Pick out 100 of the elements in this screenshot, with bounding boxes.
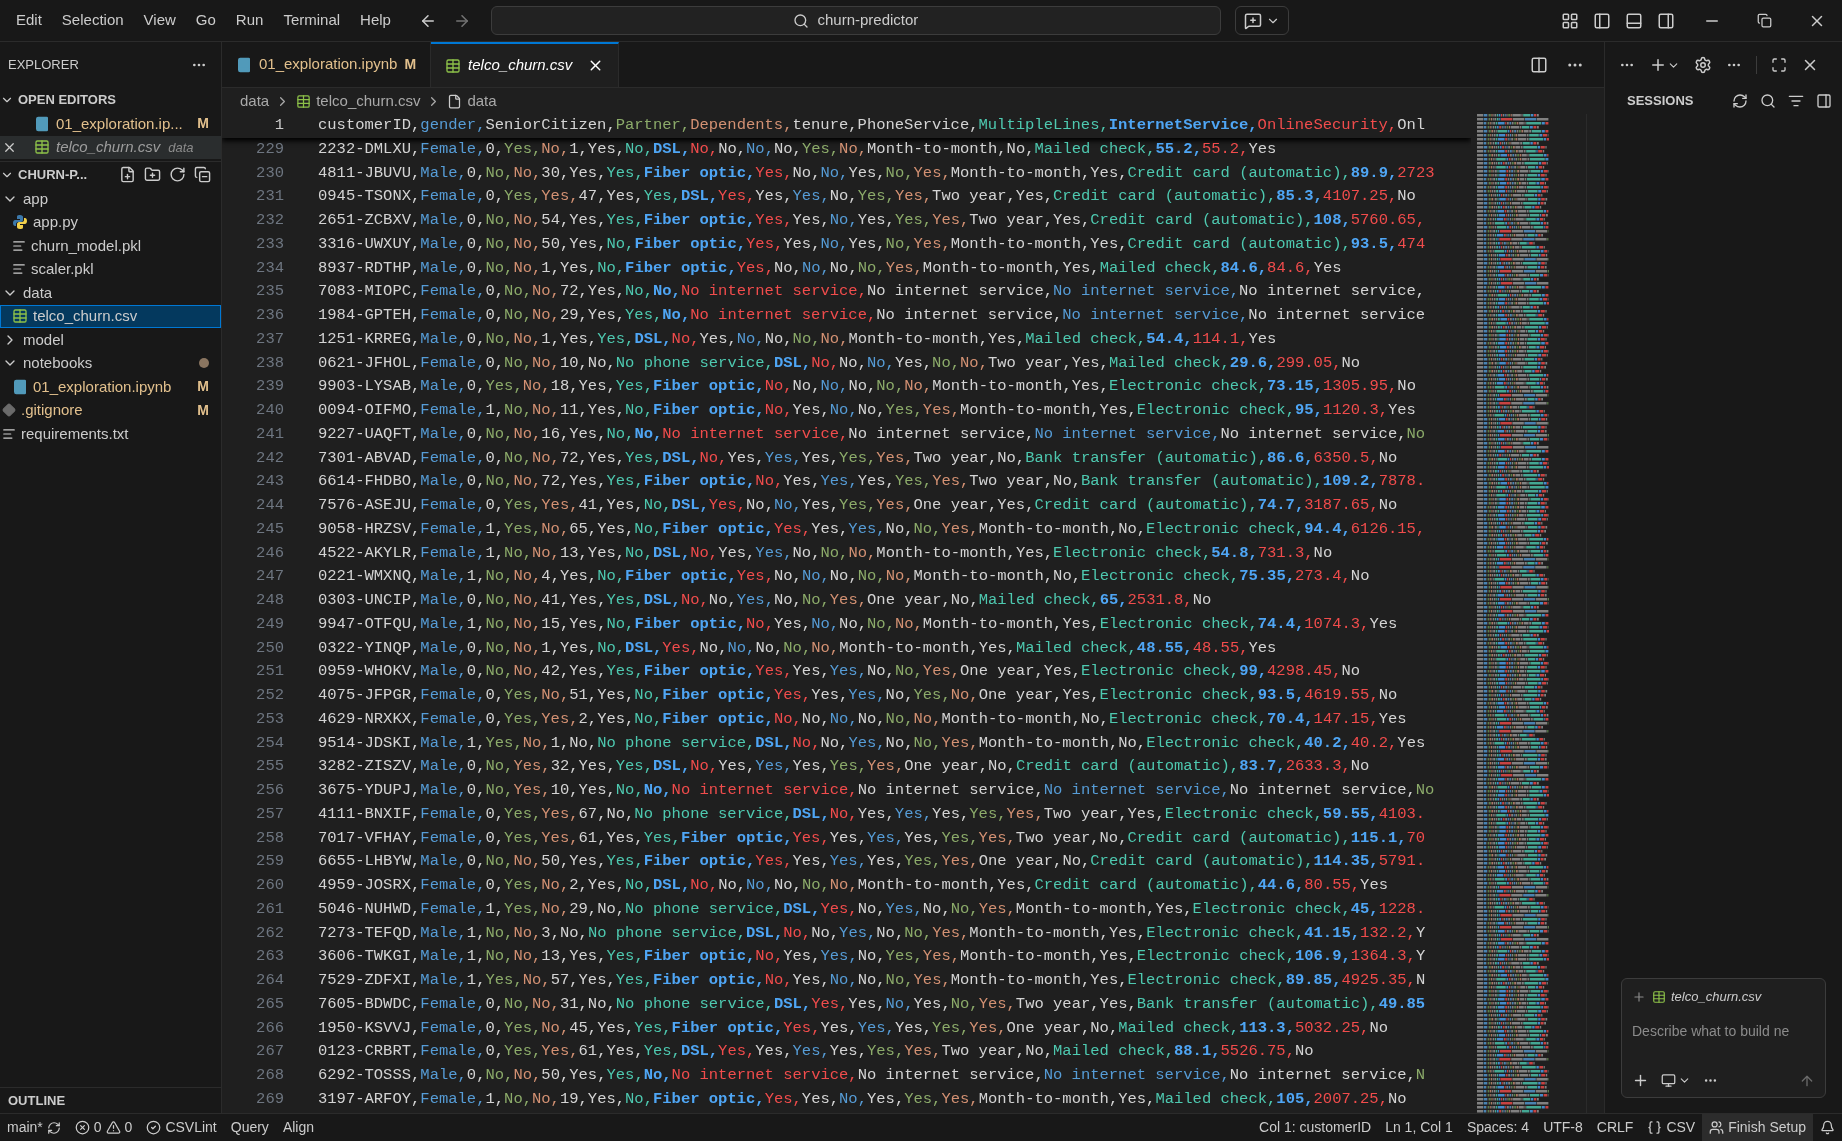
command-center[interactable]: churn-predictor (490, 6, 1221, 35)
chat-input[interactable]: Describe what to build ne (1632, 1020, 1815, 1042)
error-icon (74, 1120, 90, 1135)
line-number: 262 (255, 922, 284, 944)
line-number: 239 (255, 376, 284, 398)
refresh-icon[interactable] (1732, 93, 1748, 109)
section-title[interactable]: CHURN-P... (18, 164, 115, 185)
monitor-icon[interactable] (1661, 1073, 1676, 1088)
code-line: 4075-JFPGR,Female,0,Yes,No,51,Yes,No,Fiber optic,Yes,Yes,Yes,No,Yes,No,One year,Yes,Electronic check,93.5,4619.55,No (318, 685, 1398, 706)
new-folder-icon[interactable] (144, 166, 161, 183)
line-number: 235 (255, 281, 284, 303)
search-icon[interactable] (1760, 93, 1776, 109)
file-item[interactable]: telco_churn.csv (0, 304, 221, 328)
panel-title: SESSIONS (1627, 92, 1695, 111)
folder-item[interactable]: notebooks (0, 351, 221, 375)
file-item[interactable]: scaler.pkl (0, 257, 221, 281)
attachment-chip[interactable]: telco_churn.csv (1652, 987, 1762, 1007)
panel-toggle-icon[interactable] (1625, 11, 1643, 30)
code-line: 2651-ZCBXV,Male,0,No,No,54,Yes,Yes,Fiber optic,Yes,Yes,No,Yes,Yes,Yes,Two year,Yes,Credit card (automatic),108,5760.65, (318, 210, 1426, 231)
secondary-sidebar-icon[interactable] (1657, 11, 1675, 30)
collapse-icon[interactable] (194, 166, 211, 183)
line-number: 241 (255, 423, 284, 445)
file-item[interactable]: 01_exploration.ipynb M (0, 375, 221, 399)
line-number: 248 (255, 590, 284, 611)
layout-icon[interactable] (1561, 11, 1579, 30)
status-item[interactable]: Align (275, 1114, 321, 1141)
status-item[interactable]: Col 1: customerID (1252, 1114, 1379, 1141)
filter-icon[interactable] (1788, 93, 1804, 109)
split-editor-icon[interactable] (1530, 55, 1548, 74)
folder-item[interactable]: data (0, 281, 221, 305)
folder-item[interactable]: app (0, 187, 221, 211)
braces-icon (1647, 1120, 1663, 1135)
bell-icon (1820, 1120, 1835, 1135)
add-icon[interactable] (1632, 1072, 1649, 1089)
status-item[interactable]: Query (223, 1114, 276, 1141)
lines-icon (12, 238, 26, 253)
open-editor-item[interactable]: 01_exploration.ip... M (0, 112, 221, 136)
code-line: 9058-HRZSV,Female,1,Yes,No,65,Yes,No,Fiber optic,Yes,Yes,Yes,No,No,Yes,Month-to-month,No,Electronic check,94.4,6126.15, (318, 518, 1426, 540)
warning-count: 0 (124, 1118, 133, 1137)
finish-setup-button[interactable]: Finish Setup (1702, 1114, 1813, 1141)
line-number: 247 (255, 566, 284, 588)
lines-icon (12, 262, 26, 277)
line-number: 240 (255, 400, 284, 421)
add-context-icon[interactable] (1632, 989, 1646, 1004)
breadcrumb-item[interactable]: telco_churn.csv (296, 89, 421, 113)
file-item[interactable]: app.py (0, 210, 221, 234)
line-number: 258 (255, 827, 284, 849)
menu-item[interactable]: View (133, 0, 186, 41)
code-line: 0123-CRBRT,Female,0,Yes,Yes,61,Yes,Yes,DSL,Yes,Yes,Yes,Yes,Yes,Yes,Two year,No,Mailed check,88.1,5526.75,No (318, 1041, 1314, 1063)
status-item[interactable]: UTF-8 (1536, 1114, 1590, 1141)
menu-item[interactable]: Selection (51, 0, 134, 41)
spreadsheet-icon (12, 308, 28, 325)
breadcrumb-item[interactable]: data (240, 89, 270, 113)
new-chat-icon[interactable] (1649, 56, 1667, 74)
lint-button[interactable]: CSVLint (139, 1114, 224, 1141)
line-number: 231 (255, 186, 284, 208)
sidebar-title: EXPLORER (8, 56, 79, 75)
line-number: 230 (255, 162, 284, 184)
language-button[interactable]: CSV (1640, 1114, 1703, 1141)
menu-item[interactable]: Go (185, 0, 226, 41)
settings-icon[interactable] (1694, 56, 1712, 74)
line-number: 265 (255, 993, 284, 1015)
lines-icon (2, 426, 16, 441)
new-file-icon[interactable] (119, 166, 136, 183)
file-item[interactable]: requirements.txt (0, 422, 221, 446)
line-number: 245 (255, 518, 284, 540)
file-item[interactable]: .gitignore M (0, 398, 221, 422)
editor-tab[interactable]: telco_churn.csv (431, 42, 620, 87)
section-title[interactable]: OPEN EDITORS (18, 90, 116, 110)
branch-button[interactable]: main* (0, 1114, 68, 1141)
restore-icon[interactable] (1757, 13, 1772, 28)
open-editor-item[interactable]: telco_churn.csv data (0, 135, 221, 159)
folder-item[interactable]: model (0, 328, 221, 352)
section-title[interactable]: OUTLINE (8, 1090, 66, 1111)
code-line: customerID,gender,SeniorCitizen,Partner,Dependents,tenure,PhoneService,MultipleLines,InternetService,OnlineSecurity,Onl (318, 115, 1426, 136)
code-line: 0945-TSONX,Female,0,Yes,Yes,47,Yes,Yes,DSL,Yes,Yes,Yes,No,Yes,Yes,Two year,Yes,Credit card (automatic),85.3,4107.25,No (318, 186, 1416, 208)
maximize-icon[interactable] (1771, 57, 1787, 73)
menu-item[interactable]: Edit (6, 0, 52, 41)
code-line: 9903-LYSAB,Male,0,Yes,No,18,Yes,Yes,Fiber optic,No,No,No,No,No,No,Month-to-month,Yes,Electronic check,73.15,1305.95,No (318, 376, 1416, 398)
chat-button[interactable] (1234, 6, 1289, 35)
problems-button[interactable]: 0 0 (67, 1114, 140, 1141)
status-item[interactable]: Spaces: 4 (1459, 1114, 1537, 1141)
line-number: 253 (255, 708, 284, 730)
line-number: 244 (255, 495, 284, 516)
sidebar-toggle-icon[interactable] (1593, 11, 1611, 30)
breadcrumb-item[interactable]: data (447, 89, 497, 113)
line-number: 232 (255, 210, 284, 231)
python-icon (12, 214, 28, 231)
menu-item[interactable]: Run (225, 0, 274, 41)
sync-icon (46, 1120, 61, 1135)
menu-item[interactable]: Terminal (273, 0, 351, 41)
warning-icon (105, 1120, 121, 1135)
status-item[interactable]: Ln 1, Col 1 (1378, 1114, 1460, 1141)
panel-icon[interactable] (1816, 93, 1832, 109)
code-line: 4959-JOSRX,Female,0,Yes,No,2,Yes,No,DSL,No,No,No,No,No,No,Month-to-month,Yes,Credit card (automatic),44.6,80.55,Yes (318, 875, 1388, 896)
menu-item[interactable]: Help (350, 0, 401, 41)
file-item[interactable]: churn_model.pkl (0, 234, 221, 258)
refresh-icon[interactable] (169, 166, 186, 183)
spreadsheet-icon (296, 93, 312, 109)
status-item[interactable]: CRLF (1589, 1114, 1641, 1141)
